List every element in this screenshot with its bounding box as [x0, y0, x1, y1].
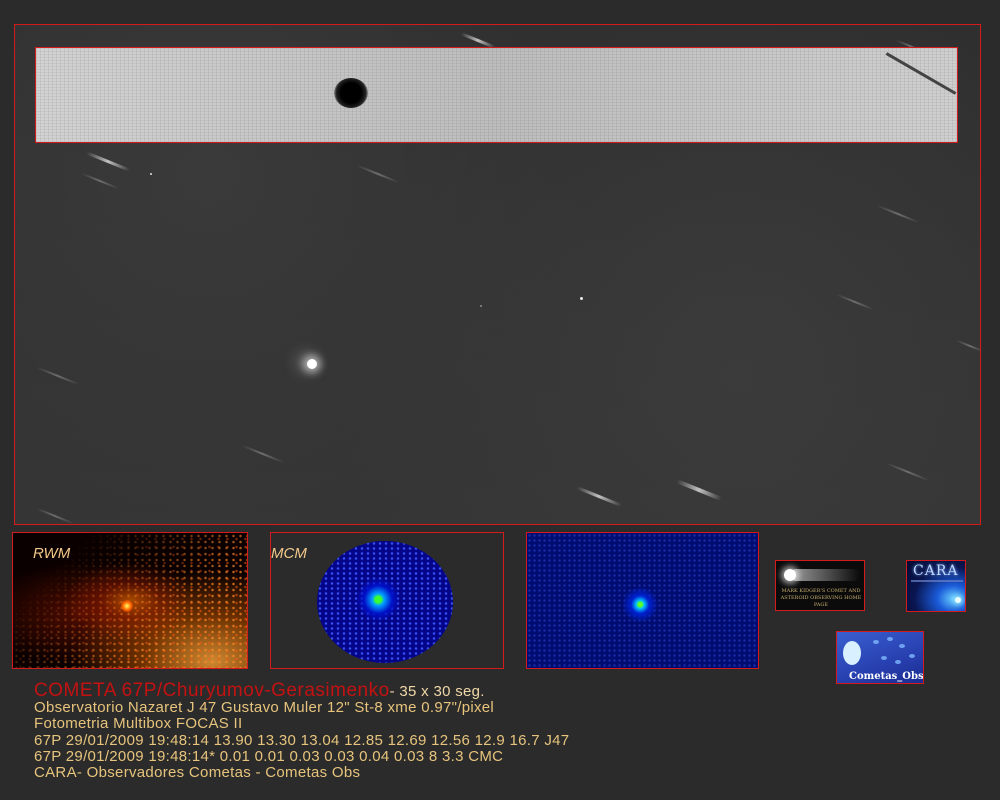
mcm-processed-panel: MCM — [270, 532, 504, 669]
star-trail-negative — [885, 52, 957, 95]
comet-tail-graphic — [790, 569, 860, 581]
comet-icon — [955, 597, 961, 603]
star-trail — [876, 204, 920, 224]
cara-logo[interactable]: CARA — [906, 560, 966, 612]
cometas-obs-logo[interactable]: Cometas_Obs — [836, 631, 924, 684]
kidger-homepage-logo[interactable]: MARK KIDGER'S COMET AND ASTEROID OBSERVI… — [775, 560, 865, 611]
exposure-info: - 35 x 30 seg. — [389, 683, 485, 700]
star-trail — [36, 507, 74, 524]
decorative-dot — [895, 660, 901, 664]
decorative-dot — [881, 656, 887, 660]
magnitudes-line: 67P 29/01/2009 19:48:14 13.90 13.30 13.0… — [34, 731, 570, 749]
decorative-dot — [899, 644, 905, 648]
photometry-line: Fotometria Multibox FOCAS II — [34, 715, 243, 733]
cometas-logo-text: Cometas_Obs — [849, 671, 924, 682]
cara-subtitle-line — [911, 580, 963, 582]
star-trail — [36, 366, 80, 386]
star — [480, 305, 482, 307]
comet-nucleus — [307, 359, 317, 369]
rwm-processed-panel: RWM — [12, 532, 248, 669]
comet-core — [121, 600, 133, 612]
false-color-panel — [526, 532, 759, 669]
comet-bubble-graphic — [843, 641, 861, 665]
mcm-label: MCM — [271, 545, 307, 562]
errors-line: 67P 29/01/2009 19:48:14* 0.01 0.01 0.03 … — [34, 747, 504, 765]
decorative-dot — [873, 640, 879, 644]
kidger-logo-text: MARK KIDGER'S COMET AND ASTEROID OBSERVI… — [780, 588, 862, 608]
star — [150, 173, 152, 175]
star-trail — [356, 164, 400, 184]
star-trail — [81, 172, 119, 190]
star — [580, 297, 583, 300]
cara-logo-text: CARA — [913, 563, 959, 579]
star-trail — [241, 444, 285, 464]
credits-line: CARA- Observadores Cometas - Cometas Obs — [34, 764, 361, 782]
observatory-line: Observatorio Nazaret J 47 Gustavo Muler … — [34, 699, 495, 717]
star-trail — [836, 293, 874, 311]
mcm-false-color-disc — [317, 541, 453, 663]
star-trail — [955, 339, 980, 353]
decorative-dot — [887, 637, 893, 641]
comet-icon — [784, 569, 796, 581]
decorative-dot — [909, 654, 915, 658]
comet-name: COMETA 67P/Churyumov-Gerasimenko — [34, 680, 390, 701]
caption-title-line: COMETA 67P/Churyumov-Gerasimenko- 35 x 3… — [34, 680, 994, 701]
star-trail — [86, 151, 130, 172]
comet-coma-negative — [334, 78, 368, 108]
rwm-label: RWM — [33, 545, 71, 562]
star-trail — [576, 486, 622, 507]
star-trail — [886, 462, 930, 482]
observation-caption: COMETA 67P/Churyumov-Gerasimenko- 35 x 3… — [34, 680, 994, 782]
negative-enhanced-strip — [35, 47, 958, 143]
star-trail — [675, 479, 723, 501]
